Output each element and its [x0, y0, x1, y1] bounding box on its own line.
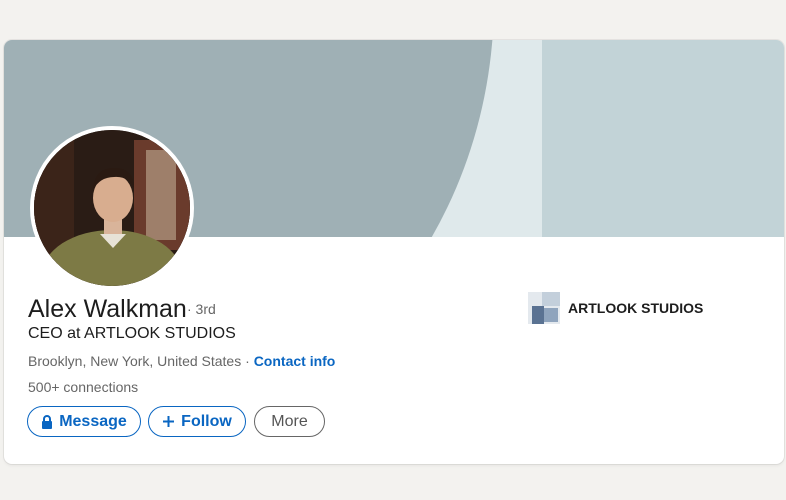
profile-headline: CEO at ARTLOOK STUDIOS: [28, 325, 236, 342]
banner-right-panel: [542, 40, 784, 237]
location-separator: ·: [241, 353, 254, 369]
contact-info-link[interactable]: Contact info: [254, 353, 336, 369]
more-button[interactable]: More: [254, 406, 325, 437]
location-row: Brooklyn, New York, United States · Cont…: [28, 353, 335, 369]
connections-count[interactable]: 500+ connections: [28, 379, 138, 395]
profile-card: Alex Walkman · 3rd CEO at ARTLOOK STUDIO…: [4, 40, 784, 464]
profile-location: Brooklyn, New York, United States: [28, 353, 242, 369]
plus-icon: [162, 415, 175, 428]
more-button-label: More: [271, 412, 308, 430]
connection-degree: · 3rd: [187, 301, 216, 317]
lock-icon: [41, 414, 53, 429]
avatar-photo: [34, 130, 190, 286]
follow-button-label: Follow: [181, 412, 232, 430]
follow-button[interactable]: Follow: [148, 406, 246, 437]
message-button[interactable]: Message: [27, 406, 141, 437]
current-company[interactable]: ARTLOOK STUDIOS: [528, 292, 703, 324]
avatar[interactable]: [30, 126, 194, 290]
message-button-label: Message: [59, 412, 127, 430]
profile-name: Alex Walkman: [28, 295, 187, 323]
company-name: ARTLOOK STUDIOS: [568, 300, 704, 316]
company-logo: [528, 292, 560, 324]
